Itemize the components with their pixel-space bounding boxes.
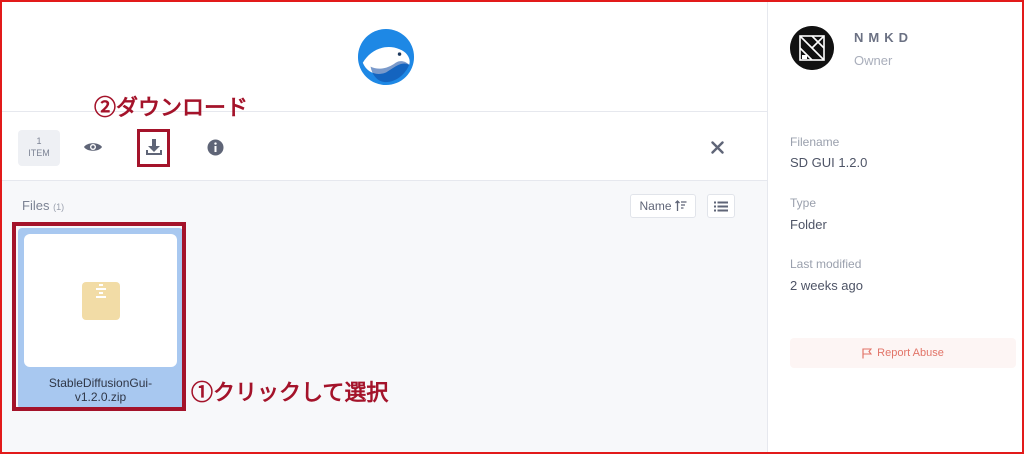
sort-icon [674, 200, 686, 211]
annotation-download: ②ダウンロード [94, 95, 249, 121]
report-abuse-button[interactable]: Report Abuse [790, 338, 1016, 368]
download-highlight-box [137, 129, 170, 167]
type-value: Folder [790, 217, 827, 232]
modified-value: 2 weeks ago [790, 278, 863, 293]
item-count-value: 1 [36, 136, 42, 146]
owner-name: NMKD [854, 30, 913, 45]
sort-label: Name [639, 199, 672, 213]
flag-icon [862, 347, 873, 358]
modified-label: Last modified [790, 257, 862, 271]
close-button[interactable] [706, 136, 728, 158]
owner-logo-icon [790, 26, 834, 70]
file-highlight-box [12, 222, 186, 411]
owner-role: Owner [854, 53, 893, 68]
owner-avatar [790, 26, 834, 70]
sort-by-name-button[interactable]: Name [630, 194, 696, 218]
info-icon [207, 139, 223, 155]
brand-logo-icon[interactable] [357, 28, 415, 86]
files-count: (1) [53, 202, 65, 212]
selected-item-count: 1 ITEM [18, 130, 60, 166]
type-label: Type [790, 196, 817, 210]
files-heading-label: Files [22, 198, 50, 213]
details-sidebar: NMKD Owner Filename SD GUI 1.2.0 Type Fo… [767, 2, 1022, 452]
annotation-click-select: ①クリックして選択 [191, 380, 389, 406]
files-heading: Files (1) [22, 198, 64, 213]
preview-button[interactable] [82, 136, 104, 158]
filename-label: Filename [790, 135, 840, 149]
close-icon [710, 140, 724, 154]
list-view-button[interactable] [707, 194, 735, 218]
eye-icon [84, 143, 102, 151]
list-icon [714, 201, 728, 211]
filename-value: SD GUI 1.2.0 [790, 155, 868, 170]
report-abuse-label: Report Abuse [877, 347, 944, 359]
info-button[interactable] [204, 136, 226, 158]
item-count-label: ITEM [28, 148, 50, 158]
toolbar: 1 ITEM [2, 112, 767, 181]
